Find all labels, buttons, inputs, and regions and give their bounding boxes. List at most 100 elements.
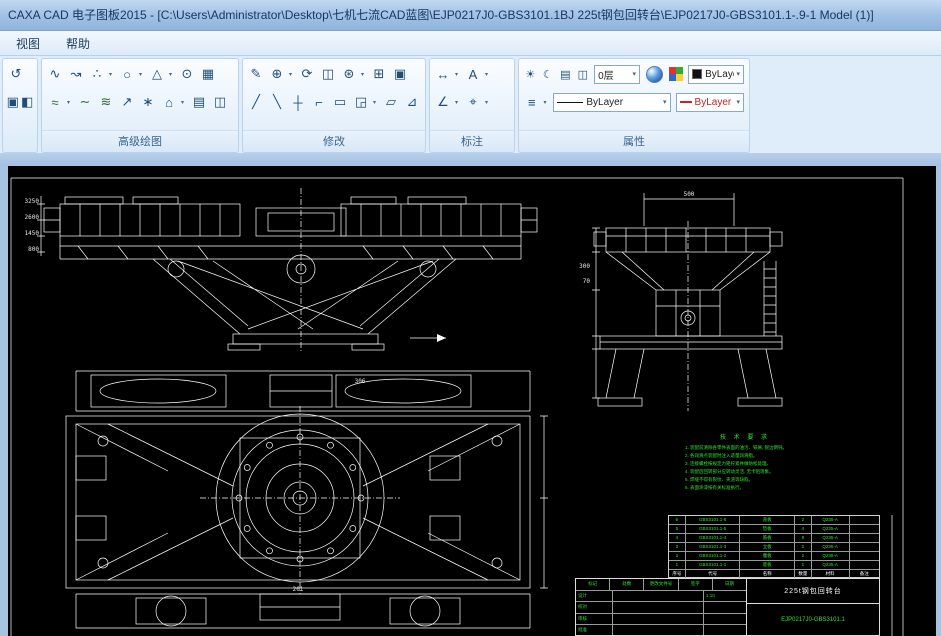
star-shape-icon[interactable]: ∗ bbox=[138, 92, 158, 112]
dropdown-caret-icon[interactable]: ▾ bbox=[455, 71, 461, 78]
linetype-select[interactable]: ByLayer ▾ bbox=[553, 92, 671, 112]
circular-array-icon[interactable]: ⊛ bbox=[339, 64, 359, 84]
center-mark-icon[interactable]: ⌖ bbox=[463, 92, 483, 112]
dropdown-caret-icon[interactable]: ▾ bbox=[67, 99, 73, 106]
angle-dimension-icon[interactable]: ∠ bbox=[433, 92, 453, 112]
parts-table: 6 GBS3101.1-6 盖板 2 Q235-A 5 GBS3101.1-5 垫板 4 Q235… bbox=[668, 515, 880, 579]
fillet-icon[interactable]: ⊿ bbox=[402, 92, 422, 112]
sign-cell bbox=[704, 625, 746, 635]
block-icon[interactable]: ◫ bbox=[210, 92, 230, 112]
group-label-advanced-draw[interactable]: 高级绘图 bbox=[42, 130, 238, 152]
layer-select[interactable]: 0层 ▾ bbox=[594, 64, 641, 84]
layer-lock-icon[interactable]: ◫ bbox=[575, 64, 592, 84]
group-label-properties[interactable]: 属性 bbox=[519, 130, 749, 152]
rectangle-icon[interactable]: ▭ bbox=[330, 92, 350, 112]
sign-label: 设计 bbox=[576, 591, 613, 602]
dropdown-caret-icon[interactable]: ▾ bbox=[455, 99, 461, 106]
array-icon[interactable]: ⊞ bbox=[369, 64, 389, 84]
parts-table-cell bbox=[850, 525, 879, 533]
chamfer-icon[interactable]: ⌐ bbox=[309, 92, 329, 112]
dropdown-caret-icon[interactable]: ▾ bbox=[139, 71, 145, 78]
signature-row: 校对 bbox=[576, 602, 746, 614]
leader-icon[interactable]: ↗ bbox=[117, 92, 137, 112]
note-line: 3. 连接螺栓按规定力矩拧紧并做防松处理。 bbox=[685, 461, 772, 467]
layer-freeze-icon[interactable]: ☾ bbox=[540, 64, 557, 84]
dimension-label: 306 bbox=[355, 378, 366, 385]
circle-icon[interactable]: ⊙ bbox=[177, 64, 197, 84]
technical-notes: 技 术 要 求 1. 装配前清除各零件表面的油污、铁屑, 锐边倒钝。 2. 各润滑… bbox=[685, 432, 805, 493]
menu-view[interactable]: 视图 bbox=[4, 32, 52, 55]
layer-print-icon[interactable]: ▤ bbox=[557, 64, 574, 84]
parts-table-row: 5 GBS3101.1-5 垫板 4 Q235-A bbox=[669, 525, 879, 534]
menu-bar: 视图 帮助 bbox=[0, 31, 941, 56]
sketch-edit-icon[interactable]: ✎ bbox=[246, 64, 266, 84]
group-label-modify[interactable]: 修改 bbox=[243, 130, 425, 152]
dropdown-caret-icon[interactable]: ▾ bbox=[181, 99, 187, 106]
linear-dimension-icon[interactable]: ↔ bbox=[433, 64, 453, 84]
color-select-value: ByLayer bbox=[705, 68, 734, 80]
note-line: 4. 装配后回转部分应转动灵活, 无卡阻现象。 bbox=[685, 469, 774, 475]
point-icon[interactable]: ∴ bbox=[87, 64, 107, 84]
dropdown-caret-icon[interactable]: ▾ bbox=[485, 99, 491, 106]
table-icon[interactable]: ▦ bbox=[198, 64, 218, 84]
group-label-dimension[interactable]: 标注 bbox=[430, 130, 514, 152]
dimension-label: 2600 bbox=[25, 214, 40, 221]
trim-icon[interactable]: ╱ bbox=[246, 92, 266, 112]
note-line: 6. 表面涂漆按有关标准执行。 bbox=[685, 485, 745, 491]
dropdown-caret-icon[interactable]: ▾ bbox=[485, 71, 491, 78]
extend-icon[interactable]: ╲ bbox=[267, 92, 287, 112]
linetype-sample-icon bbox=[557, 101, 584, 103]
parts-table-cell: Q235-A bbox=[812, 525, 850, 533]
menu-help[interactable]: 帮助 bbox=[54, 32, 102, 55]
parts-table-cell: 3 bbox=[669, 543, 686, 551]
lineweight-select[interactable]: ByLayer ▾ bbox=[675, 92, 744, 112]
wave-curve-icon[interactable]: ≈ bbox=[45, 92, 65, 112]
dropdown-caret-icon[interactable]: ▾ bbox=[373, 99, 379, 106]
color-ball-icon[interactable] bbox=[646, 65, 664, 83]
parts-table-cell bbox=[850, 543, 879, 551]
note-line: 5. 焊缝不得有裂纹、夹渣等缺陷。 bbox=[685, 477, 754, 483]
multiline-icon[interactable]: ≋ bbox=[96, 92, 116, 112]
parts-table-cell: 4 bbox=[669, 534, 686, 542]
drawing-name: 225t钢包回转台 bbox=[747, 579, 879, 604]
dropdown-caret-icon[interactable]: ▾ bbox=[289, 71, 295, 78]
parts-table-cell: 底板 bbox=[740, 561, 795, 569]
dropdown-caret-icon[interactable]: ▾ bbox=[169, 71, 175, 78]
copy-icon[interactable]: ◧ bbox=[21, 92, 35, 112]
layer-on-icon[interactable]: ☀ bbox=[522, 64, 539, 84]
spline-icon[interactable]: ∿ bbox=[45, 64, 65, 84]
polygon-icon[interactable]: △ bbox=[147, 64, 167, 84]
dropdown-caret-icon[interactable]: ▾ bbox=[109, 71, 115, 78]
ellipse-icon[interactable]: ○ bbox=[117, 64, 137, 84]
text-annotation-icon[interactable]: A bbox=[463, 64, 483, 84]
undo-icon[interactable]: ↺ bbox=[6, 64, 26, 84]
shear-icon[interactable]: ▱ bbox=[381, 92, 401, 112]
paste-icon[interactable]: ▣ bbox=[6, 92, 20, 112]
palette-icon[interactable] bbox=[669, 67, 684, 81]
title-block-left: 标记 处数 更改文件号 签字 日期 设计 1:10 校对 审核 批准 bbox=[576, 579, 747, 635]
contour-icon[interactable]: ⌂ bbox=[159, 92, 179, 112]
linetype-icon[interactable]: ≡ bbox=[522, 92, 542, 112]
move-icon[interactable]: ⊕ bbox=[267, 64, 287, 84]
signature-row: 批准 bbox=[576, 624, 746, 635]
stretch-icon[interactable]: ◲ bbox=[351, 92, 371, 112]
freehand-curve-icon[interactable]: ↝ bbox=[66, 64, 86, 84]
plot-icon[interactable]: ▣ bbox=[390, 64, 410, 84]
color-select[interactable]: ByLayer ▾ bbox=[688, 64, 744, 84]
break-icon[interactable]: ┼ bbox=[288, 92, 308, 112]
hatch-icon[interactable]: ▤ bbox=[189, 92, 209, 112]
rotate-icon[interactable]: ⟳ bbox=[297, 64, 317, 84]
sign-label: 校对 bbox=[576, 602, 613, 613]
curve-fit-icon[interactable]: ∼ bbox=[75, 92, 95, 112]
mirror-icon[interactable]: ◫ bbox=[318, 64, 338, 84]
drawing-canvas[interactable]: 3250 2600 1450 800 500 300 70 306 201 技 … bbox=[8, 166, 936, 636]
dimension-label: 500 bbox=[684, 191, 695, 198]
sign-label: 审核 bbox=[576, 613, 613, 624]
dropdown-caret-icon[interactable]: ▾ bbox=[544, 99, 550, 106]
notes-lines: 1. 装配前清除各零件表面的油污、铁屑, 锐边倒钝。 2. 各润滑点装配时注入适量… bbox=[685, 444, 805, 493]
ribbon: ↺ ▣ ◧ ∿ ↝ ∴ ▾ ○ ▾ △ ▾ ⊙ ▦ ≈ ▾ ∼ ≋ ↗ ∗ ⌂ … bbox=[0, 56, 941, 153]
parts-table-cell bbox=[850, 534, 879, 542]
dropdown-caret-icon[interactable]: ▾ bbox=[361, 71, 367, 78]
lineweight-sample-icon bbox=[679, 101, 692, 103]
parts-table-cell bbox=[850, 561, 879, 569]
